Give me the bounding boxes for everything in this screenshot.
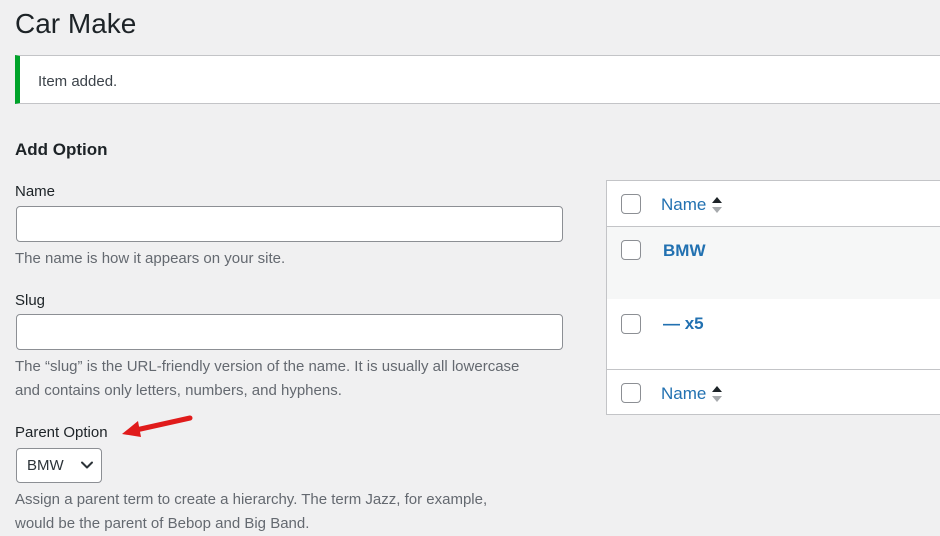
parent-option-label: Parent Option: [15, 424, 108, 441]
red-arrow-icon: [122, 415, 193, 437]
page-title: Car Make: [15, 8, 137, 39]
row-checkbox[interactable]: [621, 314, 641, 334]
terms-table: Name BMW — x5 Name: [606, 180, 940, 415]
row-checkbox[interactable]: [621, 240, 641, 260]
name-column-footer[interactable]: Name: [661, 384, 706, 404]
success-notice: Item added.: [15, 55, 940, 104]
parent-option-value: BMW: [27, 457, 64, 474]
parent-description-line1: Assign a parent term to create a hierarc…: [15, 491, 488, 508]
term-link[interactable]: — x5: [663, 314, 704, 334]
select-all-checkbox-footer[interactable]: [621, 383, 641, 403]
table-footer: Name: [607, 369, 940, 415]
parent-option-select[interactable]: BMW: [16, 448, 102, 483]
table-header: Name: [607, 181, 940, 227]
table-row: — x5: [607, 299, 940, 369]
slug-input[interactable]: [16, 314, 563, 350]
add-option-heading: Add Option: [15, 140, 108, 159]
name-label: Name: [15, 183, 56, 200]
name-input[interactable]: [16, 206, 563, 242]
sort-icon[interactable]: [711, 195, 723, 215]
table-row: BMW: [607, 227, 940, 299]
name-description: The name is how it appears on your site.: [15, 250, 286, 267]
notice-message: Item added.: [38, 73, 118, 90]
slug-description-line1: The “slug” is the URL-friendly version o…: [15, 358, 520, 375]
chevron-down-icon: [81, 461, 93, 469]
slug-description-line2: and contains only letters, numbers, and …: [15, 382, 342, 399]
parent-description-line2: would be the parent of Bebop and Big Ban…: [15, 515, 310, 532]
name-column-header[interactable]: Name: [661, 195, 706, 215]
select-all-checkbox[interactable]: [621, 194, 641, 214]
term-link[interactable]: BMW: [663, 241, 705, 261]
slug-label: Slug: [15, 292, 46, 309]
sort-icon[interactable]: [711, 384, 723, 404]
